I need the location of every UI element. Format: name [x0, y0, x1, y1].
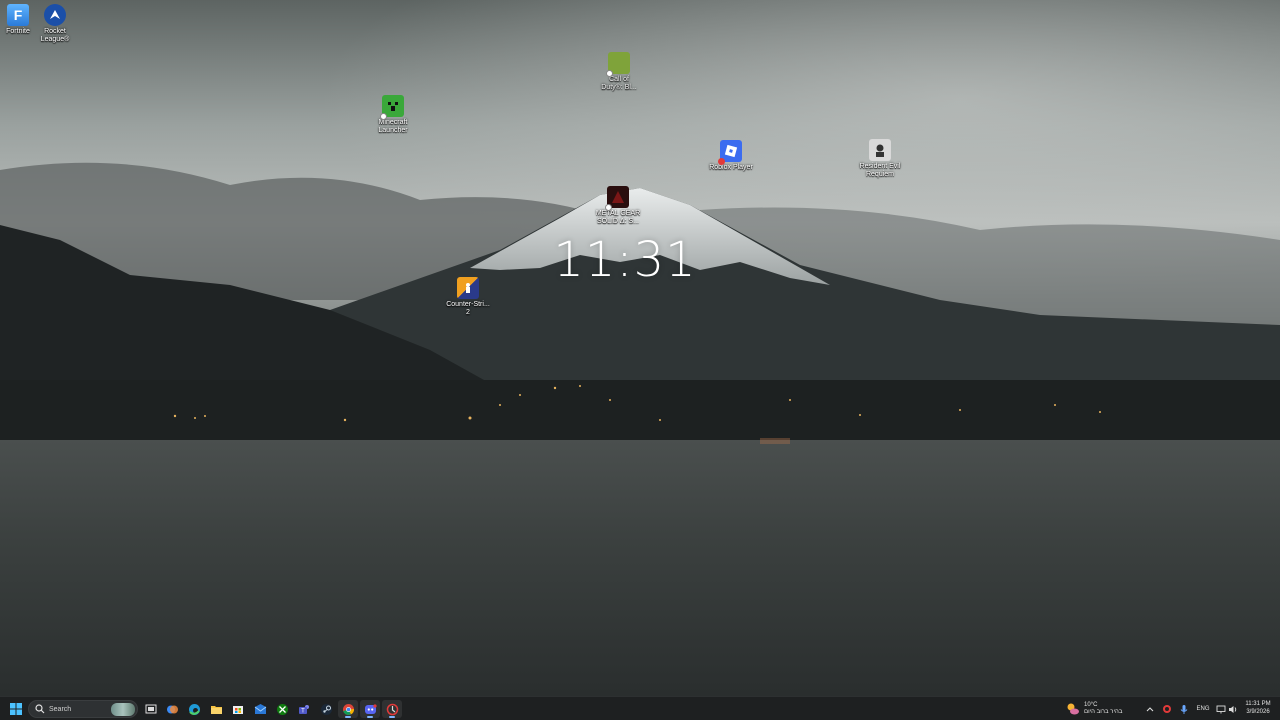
clock-datetime[interactable]: 11:31 PM 3/9/2026 — [1238, 700, 1278, 716]
rocket-league-icon — [44, 4, 66, 26]
edge-icon — [188, 703, 200, 715]
copilot-button[interactable] — [162, 700, 182, 718]
weather-sun-cloud-icon — [1067, 703, 1079, 715]
language-indicator[interactable]: ENG — [1193, 700, 1213, 718]
resident-evil-icon — [869, 139, 891, 161]
desktop-icon-call-of-duty[interactable]: Call of Duty®: Bl... — [589, 52, 649, 92]
desktop-icon-rocket-league[interactable]: Rocket League® — [25, 4, 85, 44]
desktop-icon-label: Minecraft Launcher — [378, 119, 408, 134]
shortcut-badge-icon — [605, 204, 612, 211]
desktop-icon-minecraft[interactable]: Minecraft Launcher — [363, 95, 423, 135]
start-button[interactable] — [6, 700, 26, 718]
mail-icon — [254, 704, 266, 714]
task-view-button[interactable] — [141, 700, 161, 718]
error-badge-icon — [718, 158, 725, 165]
taskbar-time: 11:31 PM — [1245, 701, 1271, 707]
desktop-clock-widget: 11:31 — [553, 232, 697, 288]
discord-button[interactable] — [360, 700, 380, 718]
task-view-icon — [145, 704, 157, 714]
search-placeholder: Search — [49, 705, 72, 713]
weather-temp: 10°C — [1084, 702, 1098, 708]
weather-widget[interactable]: 10°C בהיר ברוב היום — [1066, 699, 1122, 719]
steam-icon — [320, 703, 332, 715]
taskbar-search-box[interactable]: Search — [28, 700, 138, 718]
microphone-icon — [1180, 704, 1188, 714]
microphone-button[interactable] — [1176, 700, 1192, 718]
desktop-icon-counter-strike[interactable]: Counter-Stri... 2 — [438, 277, 498, 317]
minecraft-icon — [380, 95, 404, 120]
shortcut-badge-icon — [606, 70, 613, 77]
xbox-button[interactable] — [272, 700, 292, 718]
game-launcher-button[interactable] — [382, 700, 402, 718]
desktop-icon-label: METAL GEAR SOLID Δ: S... — [595, 210, 641, 225]
teams-button[interactable]: T — [294, 700, 314, 718]
teams-icon: T — [298, 704, 309, 714]
desktop-icon-roblox[interactable]: Roblox Player — [701, 140, 761, 172]
file-explorer-icon — [210, 706, 222, 714]
microsoft-store-button[interactable] — [228, 700, 248, 718]
call-of-duty-icon — [606, 52, 630, 77]
counter-strike-icon — [457, 277, 479, 299]
tray-app-icon — [1163, 705, 1171, 713]
desktop-icon-label: Counter-Stri... 2 — [446, 301, 490, 316]
game-launcher-icon — [386, 703, 398, 715]
volume-icon — [1229, 705, 1237, 713]
taskbar-date: 3/9/2026 — [1246, 709, 1270, 715]
shortcut-badge-icon — [380, 113, 387, 120]
desktop-icon-label: Resident Evil Requiem — [859, 163, 901, 178]
desktop-icon-resident-evil[interactable]: Resident Evil Requiem — [850, 139, 910, 179]
desktop-icon-label: Call of Duty®: Bl... — [601, 76, 637, 91]
copilot-icon — [166, 705, 178, 713]
mail-button[interactable] — [250, 700, 270, 718]
network-button[interactable] — [1214, 700, 1228, 718]
desktop-wallpaper — [0, 0, 1280, 696]
steam-button[interactable] — [316, 700, 336, 718]
desktop-icon-label: Rocket League® — [40, 28, 70, 43]
search-icon — [35, 704, 45, 714]
weather-condition: בהיר ברוב היום — [1084, 709, 1123, 715]
windows-logo-icon — [10, 703, 22, 715]
edge-button[interactable] — [184, 700, 204, 718]
chrome-icon — [342, 703, 354, 715]
tray-app-button[interactable] — [1159, 700, 1175, 718]
discord-icon — [364, 703, 377, 714]
chrome-button[interactable] — [338, 700, 358, 718]
desktop-icon-label: Roblox Player — [709, 164, 753, 171]
show-hidden-icons-button[interactable] — [1142, 700, 1158, 718]
network-icon — [1216, 705, 1226, 713]
language-label: ENG — [1196, 706, 1210, 712]
xbox-icon — [276, 703, 288, 715]
desktop-icon-metal-gear[interactable]: METAL GEAR SOLID Δ: S... — [588, 186, 648, 226]
microsoft-store-icon — [233, 706, 243, 714]
file-explorer-button[interactable] — [206, 700, 226, 718]
svg-text:T: T — [301, 708, 305, 714]
search-highlight-image — [111, 703, 135, 716]
taskbar: Search T 10°C בהיר ברוב היום ENG 11:31 P… — [0, 696, 1280, 720]
chevron-up-icon — [1146, 707, 1154, 712]
roblox-icon — [718, 140, 742, 165]
metal-gear-icon — [605, 186, 629, 211]
